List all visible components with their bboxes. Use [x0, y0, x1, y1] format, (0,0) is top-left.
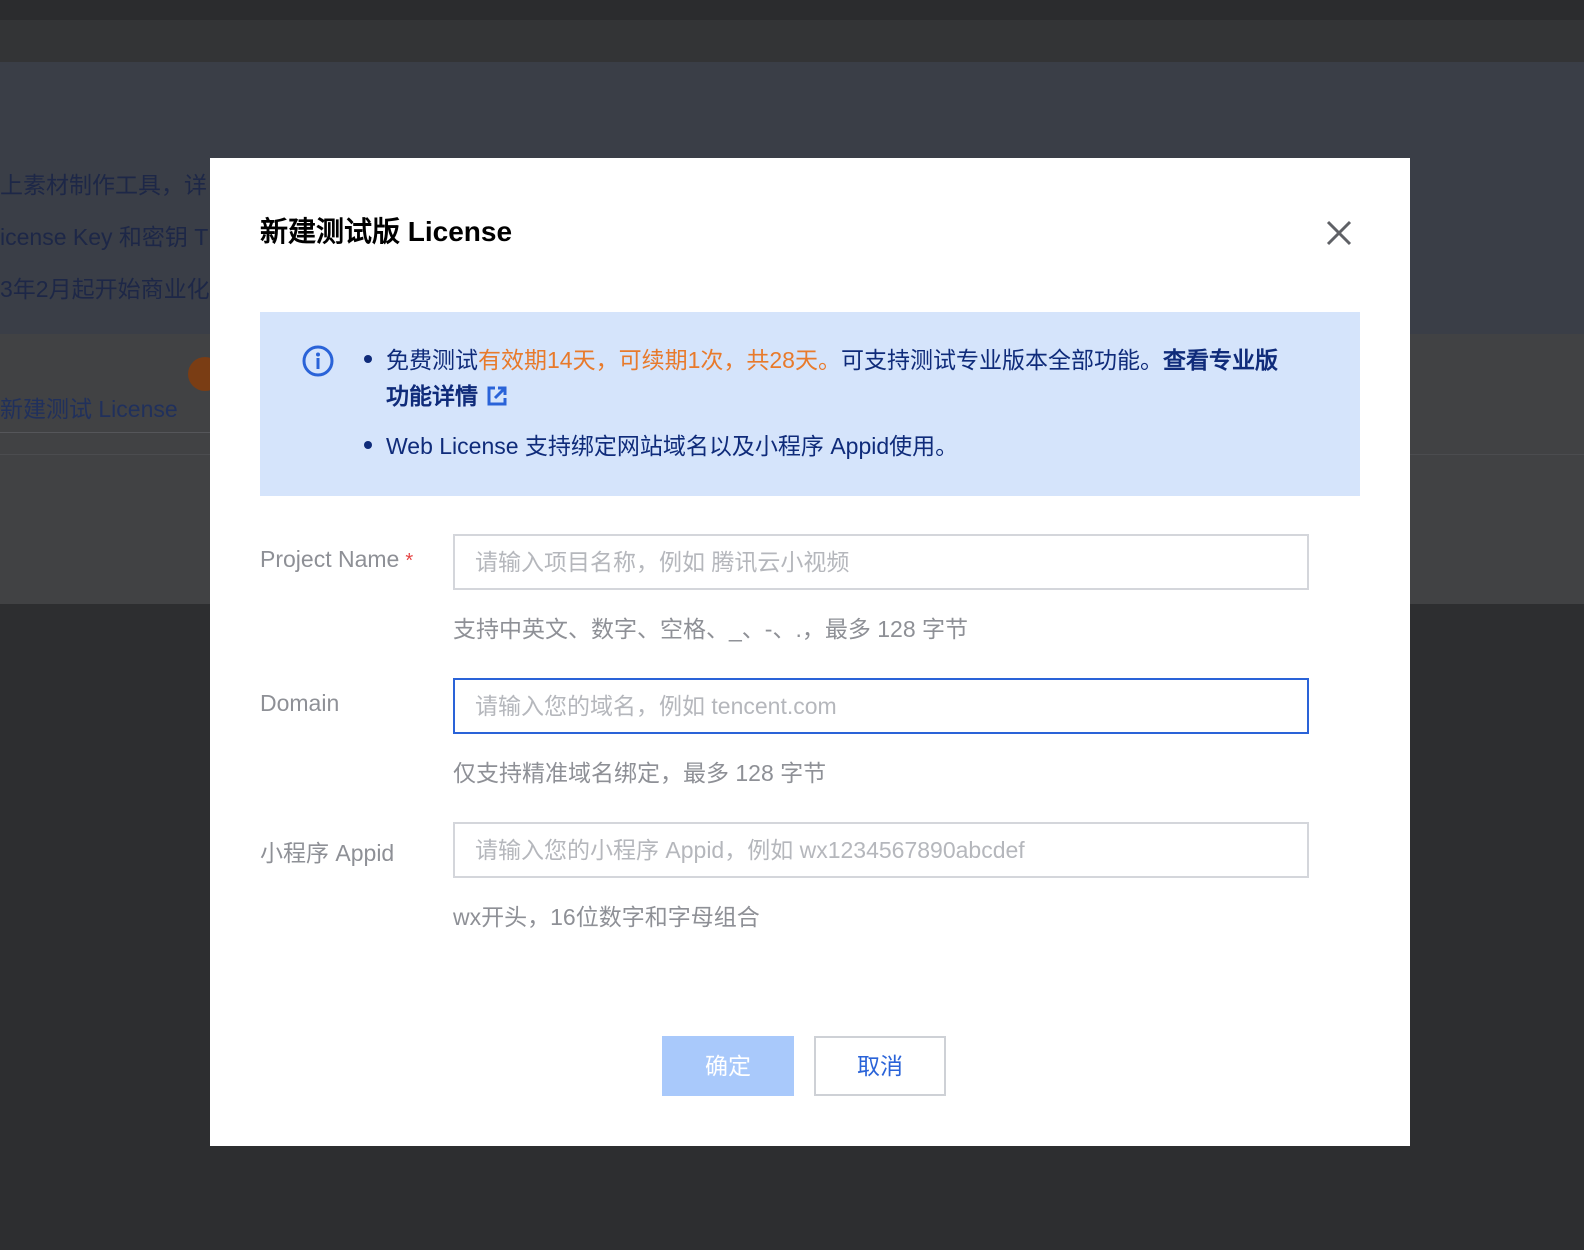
project-name-input[interactable]	[453, 534, 1309, 590]
validity-highlight: 有效期14天，可续期1次，共28天。	[478, 347, 841, 373]
confirm-button[interactable]: 确定	[662, 1036, 794, 1096]
appid-hint: wx开头，16位数字和字母组合	[453, 904, 760, 930]
background-sub-bar	[0, 20, 1584, 62]
close-icon[interactable]	[1324, 218, 1354, 248]
background-banner-line: icense Key 和密钥 T	[0, 224, 209, 250]
required-star: *	[405, 550, 414, 572]
project-name-label: Project Name *	[260, 546, 413, 573]
info-text-2: Web License 支持绑定网站域名以及小程序 Appid使用。	[386, 433, 959, 459]
info-circle-icon	[301, 344, 335, 378]
bullet-dot	[364, 441, 372, 449]
info-suffix: 可支持测试专业版本全部功能。	[840, 347, 1163, 373]
create-license-dialog: 新建测试版 License 免费测试有效期14天，可续期1次，共28天。可支持测…	[210, 158, 1410, 1146]
bullet-dot	[364, 355, 372, 363]
domain-hint: 仅支持精准域名绑定，最多 128 字节	[453, 760, 827, 786]
external-link-icon	[486, 381, 508, 406]
project-name-hint: 支持中英文、数字、空格、_、-、.，最多 128 字节	[453, 616, 968, 642]
appid-label: 小程序 Appid	[260, 840, 395, 866]
background-top-bar	[0, 0, 1584, 20]
appid-input[interactable]	[453, 822, 1309, 878]
background-banner-line: 3年2月起开始商业化	[0, 276, 210, 302]
info-text-1: 免费测试有效期14天，可续期1次，共28天。可支持测试专业版本全部功能。查看专业…	[386, 342, 1286, 414]
project-name-label-text: Project Name	[260, 546, 400, 572]
info-prefix: 免费测试	[386, 347, 478, 373]
dialog-title: 新建测试版 License	[260, 216, 513, 247]
domain-input[interactable]	[453, 678, 1309, 734]
domain-label: Domain	[260, 690, 340, 716]
background-tab-label: 新建测试 License	[0, 396, 178, 422]
cancel-button[interactable]: 取消	[814, 1036, 946, 1096]
info-notice: 免费测试有效期14天，可续期1次，共28天。可支持测试专业版本全部功能。查看专业…	[260, 312, 1360, 496]
background-banner-line: 上素材制作工具，详	[0, 172, 207, 198]
